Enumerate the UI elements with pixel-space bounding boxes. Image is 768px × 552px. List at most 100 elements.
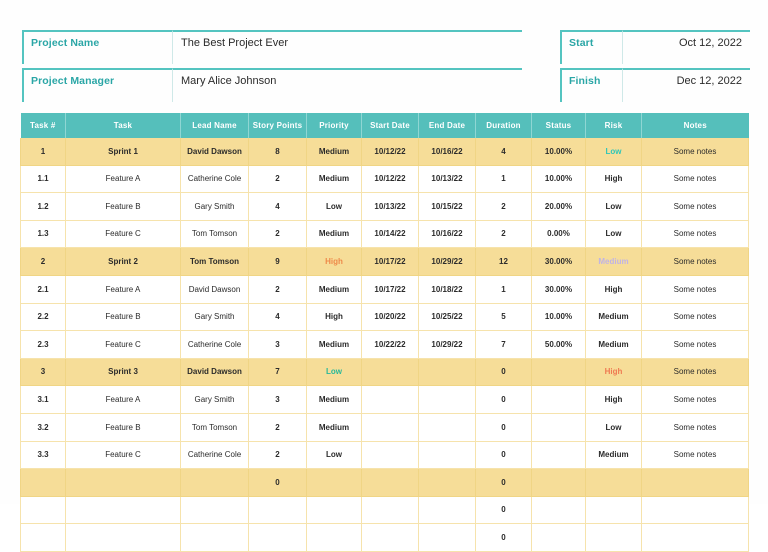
cell-story-points[interactable]: 4 [248,303,307,332]
cell-duration[interactable]: 4 [475,138,532,166]
cell-status[interactable]: 10.00% [531,138,586,166]
table-row[interactable]: 2.3 Feature C Catherine Cole 3 Medium 10/22/2… [20,330,749,359]
cell-task[interactable]: Feature A [65,165,181,194]
cell-notes[interactable] [641,496,749,525]
cell-end-date[interactable]: 10/13/22 [418,165,476,194]
cell-notes[interactable]: Some notes [641,303,749,332]
cell-risk[interactable]: Low [585,138,642,166]
cell-end-date[interactable] [418,523,476,552]
cell-story-points[interactable]: 9 [248,247,307,276]
cell-lead-name[interactable] [180,523,249,552]
cell-story-points[interactable] [248,496,307,525]
project-name-input[interactable]: The Best Project Ever [172,30,522,64]
cell-story-points[interactable]: 2 [248,441,307,470]
table-row[interactable]: 3.3 Feature C Catherine Cole 2 Low 0 Medium Som… [20,441,749,470]
cell-priority[interactable] [306,523,362,552]
cell-duration[interactable]: 0 [475,441,532,470]
cell-notes[interactable]: Some notes [641,275,749,304]
cell-task-num[interactable]: 1.1 [20,165,66,194]
cell-status[interactable]: 30.00% [531,275,586,304]
cell-notes[interactable]: Some notes [641,220,749,249]
project-finish-input[interactable]: Dec 12, 2022 [622,68,750,102]
col-header-story-points[interactable]: Story Points [248,113,307,138]
cell-task[interactable]: Feature B [65,192,181,221]
cell-story-points[interactable]: 3 [248,330,307,359]
cell-lead-name[interactable]: David Dawson [180,138,249,166]
table-row[interactable]: 1 Sprint 1 David Dawson 8 Medium 10/12/22 10/1… [20,138,749,166]
cell-risk[interactable]: Low [585,413,642,442]
cell-status[interactable] [531,385,586,414]
cell-task[interactable]: Sprint 3 [65,358,181,387]
cell-task[interactable]: Feature A [65,385,181,414]
cell-notes[interactable]: Some notes [641,385,749,414]
cell-risk[interactable]: Medium [585,330,642,359]
cell-lead-name[interactable] [180,468,249,497]
cell-duration[interactable]: 0 [475,413,532,442]
cell-duration[interactable]: 0 [475,468,532,497]
col-header-lead-name[interactable]: Lead Name [180,113,249,138]
cell-story-points[interactable]: 0 [248,468,307,497]
col-header-risk[interactable]: Risk [585,113,642,138]
cell-status[interactable] [531,523,586,552]
cell-lead-name[interactable] [180,496,249,525]
cell-start-date[interactable] [361,496,419,525]
cell-start-date[interactable]: 10/17/22 [361,275,419,304]
cell-risk[interactable]: Low [585,192,642,221]
cell-task[interactable]: Feature C [65,441,181,470]
cell-task-num[interactable] [20,468,66,497]
cell-task[interactable]: Feature C [65,330,181,359]
cell-task-num[interactable]: 1.3 [20,220,66,249]
cell-status[interactable]: 0.00% [531,220,586,249]
table-row[interactable]: 2 Sprint 2 Tom Tomson 9 High 10/17/22 10/29/22… [20,247,749,276]
cell-priority[interactable]: High [306,247,362,276]
cell-story-points[interactable]: 2 [248,220,307,249]
cell-task[interactable]: Sprint 2 [65,247,181,276]
table-row[interactable]: 0 [20,496,749,525]
cell-start-date[interactable] [361,358,419,387]
cell-story-points[interactable]: 2 [248,275,307,304]
cell-task-num[interactable]: 2.2 [20,303,66,332]
table-row[interactable]: 0 [20,523,749,552]
cell-end-date[interactable] [418,385,476,414]
cell-lead-name[interactable]: Catherine Cole [180,165,249,194]
cell-duration[interactable]: 0 [475,496,532,525]
cell-risk[interactable]: Low [585,220,642,249]
col-header-duration[interactable]: Duration [475,113,532,138]
table-row[interactable]: 1.1 Feature A Catherine Cole 2 Medium 10/12/2… [20,165,749,194]
cell-task-num[interactable]: 3.1 [20,385,66,414]
cell-start-date[interactable] [361,441,419,470]
cell-risk[interactable]: Medium [585,441,642,470]
cell-status[interactable]: 20.00% [531,192,586,221]
cell-lead-name[interactable]: Tom Tomson [180,247,249,276]
cell-start-date[interactable]: 10/20/22 [361,303,419,332]
cell-story-points[interactable]: 4 [248,192,307,221]
cell-priority[interactable]: Medium [306,385,362,414]
cell-duration[interactable]: 0 [475,523,532,552]
cell-task[interactable] [65,523,181,552]
cell-duration[interactable]: 2 [475,220,532,249]
col-header-task[interactable]: Task [65,113,181,138]
cell-task-num[interactable]: 3.3 [20,441,66,470]
cell-status[interactable]: 10.00% [531,303,586,332]
cell-status[interactable] [531,496,586,525]
cell-task-num[interactable] [20,496,66,525]
col-header-start-date[interactable]: Start Date [361,113,419,138]
cell-start-date[interactable] [361,523,419,552]
cell-lead-name[interactable]: Gary Smith [180,385,249,414]
cell-start-date[interactable]: 10/12/22 [361,138,419,166]
cell-risk[interactable] [585,523,642,552]
cell-story-points[interactable]: 8 [248,138,307,166]
col-header-notes[interactable]: Notes [641,113,749,138]
cell-task[interactable] [65,496,181,525]
cell-priority[interactable]: Medium [306,275,362,304]
cell-risk[interactable]: High [585,358,642,387]
cell-start-date[interactable]: 10/14/22 [361,220,419,249]
cell-risk[interactable]: High [585,385,642,414]
cell-priority[interactable]: Medium [306,413,362,442]
cell-lead-name[interactable]: David Dawson [180,275,249,304]
cell-risk[interactable]: Medium [585,247,642,276]
cell-status[interactable] [531,441,586,470]
cell-end-date[interactable] [418,468,476,497]
cell-task-num[interactable]: 1 [20,138,66,166]
cell-story-points[interactable]: 2 [248,165,307,194]
